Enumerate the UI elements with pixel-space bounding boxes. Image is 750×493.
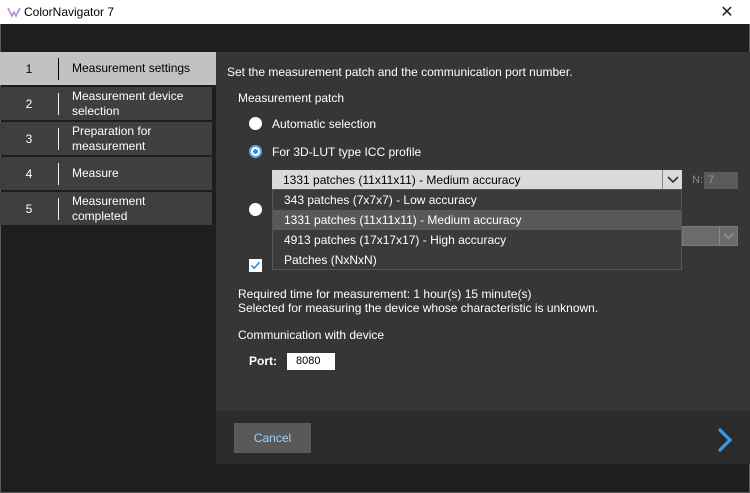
app-logo-icon (7, 7, 21, 18)
step-label: Preparation for measurement (72, 123, 152, 153)
step-label: Measurement settings (72, 61, 191, 75)
window-title: ColorNavigator 7 (24, 5, 115, 19)
step-number: 2 (25, 96, 33, 111)
patch-select[interactable]: 1331 patches (11x11x11) - Medium accurac… (272, 170, 682, 189)
step-divider (58, 92, 59, 115)
step-4[interactable]: 4 Measure (0, 157, 212, 190)
radio-3dlut-label: For 3D-LUT type ICC profile (272, 145, 422, 159)
patch-select-value: 1331 patches (11x11x11) - Medium accurac… (283, 173, 521, 187)
chevron-down-icon[interactable] (719, 227, 737, 245)
patch-heading: Measurement patch (238, 91, 345, 105)
cancel-button[interactable]: Cancel (234, 423, 311, 453)
step-number: 5 (25, 201, 33, 216)
close-icon[interactable]: ✕ (704, 0, 750, 24)
chevron-right-icon[interactable] (712, 426, 738, 454)
step-5[interactable]: 5 Measurement completed (0, 192, 212, 225)
step-divider (58, 57, 59, 80)
step-3[interactable]: 3 Preparation for measurement (0, 122, 212, 155)
selected-note: Selected for measuring the device whose … (238, 301, 599, 315)
dropdown-option[interactable]: Patches (NxNxN) (273, 250, 681, 270)
step-divider (58, 197, 59, 220)
dropdown-option[interactable]: 4913 patches (17x17x17) - High accuracy (273, 230, 681, 250)
step-1[interactable]: 1 Measurement settings (0, 52, 216, 85)
comm-heading: Communication with device (238, 328, 385, 342)
step-number: 1 (25, 61, 33, 76)
step-label: Measurement completed (72, 193, 146, 223)
dropdown-option[interactable]: 1331 patches (11x11x11) - Medium accurac… (273, 210, 681, 230)
radio-3dlut[interactable] (249, 145, 262, 158)
port-input[interactable]: 8080 (287, 353, 335, 370)
title-bar: ColorNavigator 7 ✕ (0, 0, 750, 24)
step-number: 3 (25, 131, 33, 146)
dropdown-option[interactable]: 343 patches (7x7x7) - Low accuracy (273, 190, 681, 210)
chevron-down-icon[interactable] (662, 170, 682, 189)
option-checkbox[interactable] (249, 259, 262, 272)
step-label: Measurement device selection (72, 88, 184, 118)
instruction-text: Set the measurement patch and the commun… (227, 65, 573, 79)
step-2[interactable]: 2 Measurement device selection (0, 87, 212, 120)
step-divider (58, 127, 59, 150)
step-divider (58, 162, 59, 185)
port-label: Port: (249, 354, 277, 368)
n-label: N: (692, 174, 703, 186)
secondary-select[interactable] (682, 226, 738, 246)
radio-automatic[interactable] (249, 117, 262, 130)
step-label: Measure (72, 166, 119, 180)
radio-other[interactable] (249, 203, 262, 216)
step-number: 4 (25, 166, 33, 181)
patch-dropdown-list: 343 patches (7x7x7) - Low accuracy 1331 … (272, 189, 682, 270)
n-input[interactable]: 7 (704, 172, 738, 189)
required-time: Required time for measurement: 1 hour(s)… (238, 287, 532, 301)
radio-automatic-label: Automatic selection (272, 117, 377, 131)
